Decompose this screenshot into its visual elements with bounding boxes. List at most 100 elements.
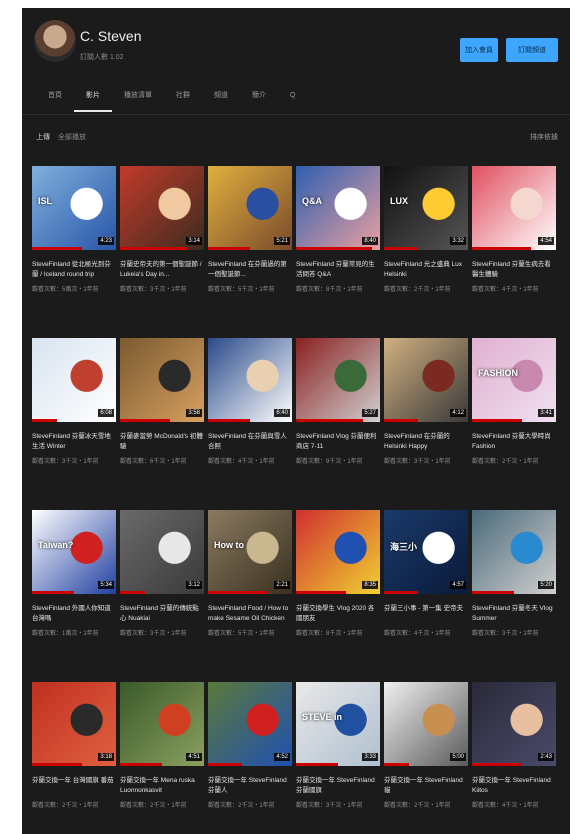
- video-meta: 觀看次數：2千次・1年前: [472, 459, 539, 465]
- video-thumbnail[interactable]: 8:35: [296, 510, 380, 594]
- watch-progress-bar: [296, 591, 347, 594]
- watch-progress-bar: [208, 247, 250, 250]
- video-title[interactable]: 芬蘭交換一年 SteveFinland 貓: [384, 776, 468, 796]
- channel-tabs: 首頁 影片 播放清單 社群 頻道 簡介 Q: [36, 90, 307, 112]
- tab-channels[interactable]: 頻道: [202, 90, 240, 110]
- video-title[interactable]: 芬蘭交換一年 台灣國旗 番茄: [32, 776, 116, 796]
- watch-progress-bar: [296, 247, 372, 250]
- video-title[interactable]: 芬蘭麥當勞 McDonald's 初體驗: [120, 432, 204, 452]
- video-card[interactable]: 4:12 SteveFinland 在芬蘭的 Helsinki Happy 觀看次數…: [384, 338, 468, 488]
- join-button[interactable]: 加入會員: [460, 38, 498, 62]
- video-card[interactable]: 4:51 芬蘭交換一年 Mena ruska Luonnonkasvit 觀看次數：…: [120, 682, 204, 832]
- video-title[interactable]: 芬蘭交換一年 Mena ruska Luonnonkasvit: [120, 776, 204, 796]
- video-card[interactable]: 3:18 芬蘭交換一年 台灣國旗 番茄 觀看次數：2千次・1年前: [32, 682, 116, 832]
- video-thumbnail[interactable]: 3:58: [120, 338, 204, 422]
- video-thumbnail[interactable]: 5:20: [472, 510, 556, 594]
- video-title[interactable]: 芬蘭交換一年 SteveFinland 芬蘭國旗: [296, 776, 380, 796]
- tab-videos[interactable]: 影片: [74, 90, 112, 112]
- video-thumbnail[interactable]: FASHION 3:41: [472, 338, 556, 422]
- uploads-label: 上傳: [36, 134, 50, 141]
- video-thumbnail[interactable]: 3:18: [32, 682, 116, 766]
- video-title[interactable]: SteveFinland 外國人你知道台灣嗎: [32, 604, 116, 624]
- video-title[interactable]: SteveFinland 芬蘭大學時尚 Fashion: [472, 432, 556, 452]
- channel-avatar[interactable]: [34, 20, 76, 62]
- video-title[interactable]: 芬蘭三小事 - 第一集 史帝夫: [384, 604, 468, 624]
- tab-about[interactable]: 簡介: [240, 90, 278, 110]
- duration-badge: 4:23: [98, 237, 114, 245]
- video-thumbnail[interactable]: 3:12: [120, 510, 204, 594]
- video-thumbnail[interactable]: 3:14: [120, 166, 204, 250]
- video-thumbnail[interactable]: 5:00: [384, 682, 468, 766]
- video-thumbnail[interactable]: 6:08: [32, 338, 116, 422]
- video-meta: 觀看次數：5千次・1年前: [208, 287, 275, 293]
- video-title[interactable]: SteveFinland 芬蘭常見的生活問答 Q&A: [296, 260, 380, 280]
- video-card[interactable]: 8:35 芬蘭交換學生 Vlog 2020 各國朋友 觀看次數：8千次・1年前: [296, 510, 380, 660]
- video-card[interactable]: 4:52 芬蘭交換一年 SteveFinland 芬蘭人 觀看次數：2千次・1年前: [208, 682, 292, 832]
- video-thumbnail[interactable]: LUX 3:32: [384, 166, 468, 250]
- video-title[interactable]: SteveFinland 在芬蘭過的第一個聖誕節...: [208, 260, 292, 280]
- video-meta: 觀看次數：3千次・1年前: [120, 287, 187, 293]
- video-title[interactable]: 芬蘭交換一年 SteveFinland 芬蘭人: [208, 776, 292, 796]
- video-thumbnail[interactable]: STEVE in 3:33: [296, 682, 380, 766]
- video-card[interactable]: 5:00 芬蘭交換一年 SteveFinland 貓觀看次數：2千次・1年前: [384, 682, 468, 832]
- video-title[interactable]: SteveFinland 從北極光到芬蘭 / Iceland round tri…: [32, 260, 116, 280]
- video-card[interactable]: 5:21 SteveFinland 在芬蘭過的第一個聖誕節... 觀看次數：5千次・…: [208, 166, 292, 316]
- tab-community[interactable]: 社群: [164, 90, 202, 110]
- video-card[interactable]: 5:20 SteveFinland 芬蘭冬天 Vlog Summer 觀看次數：3千…: [472, 510, 556, 660]
- tab-search[interactable]: Q: [278, 90, 307, 110]
- video-title[interactable]: 芬蘭交換一年 SteveFinland Kiitos: [472, 776, 556, 796]
- watch-progress-bar: [120, 591, 146, 594]
- duration-badge: 3:41: [538, 409, 554, 417]
- tab-playlists[interactable]: 播放清單: [112, 90, 164, 110]
- video-card[interactable]: 海三小 4:57 芬蘭三小事 - 第一集 史帝夫 觀看次數：4千次・1年前: [384, 510, 468, 660]
- video-thumbnail[interactable]: 海三小 4:57: [384, 510, 468, 594]
- video-thumbnail[interactable]: ISL 4:23: [32, 166, 116, 250]
- video-card[interactable]: STEVE in 3:33 芬蘭交換一年 SteveFinland 芬蘭國旗 觀看次數…: [296, 682, 380, 832]
- video-card[interactable]: Q&A 8:40 SteveFinland 芬蘭常見的生活問答 Q&A 觀看次數：8千…: [296, 166, 380, 316]
- video-title[interactable]: 芬蘭史帝夫的第一個聖誕節 / Lukeia's Day in...: [120, 260, 204, 280]
- video-card[interactable]: 3:58 芬蘭麥當勞 McDonald's 初體驗 觀看次數：6千次・1年前: [120, 338, 204, 488]
- channel-name[interactable]: C. Steven: [80, 28, 141, 44]
- tab-home[interactable]: 首頁: [36, 90, 74, 110]
- video-title[interactable]: SteveFinland 芬蘭冬天 Vlog Summer: [472, 604, 556, 624]
- video-card[interactable]: 2:43 芬蘭交換一年 SteveFinland Kiitos 觀看次數：4千次・1…: [472, 682, 556, 832]
- video-thumbnail[interactable]: 4:12: [384, 338, 468, 422]
- video-thumbnail[interactable]: 4:54: [472, 166, 556, 250]
- video-title[interactable]: 芬蘭交換學生 Vlog 2020 各國朋友: [296, 604, 380, 624]
- video-card[interactable]: ISL 4:23 SteveFinland 從北極光到芬蘭 / Iceland ro…: [32, 166, 116, 316]
- watch-progress-bar: [384, 419, 418, 422]
- video-thumbnail[interactable]: 4:52: [208, 682, 292, 766]
- video-thumbnail[interactable]: 5:27: [296, 338, 380, 422]
- video-title[interactable]: SteveFinland 光之盛典 Lux Helsinki: [384, 260, 468, 280]
- video-title[interactable]: SteveFinland 芬蘭的傳統點心 Nuakiai: [120, 604, 204, 624]
- video-title[interactable]: SteveFinland Food / How to make Sesame O…: [208, 604, 292, 624]
- video-card[interactable]: How to 2:21 SteveFinland Food / How to mak…: [208, 510, 292, 660]
- video-title[interactable]: SteveFinland 在芬蘭的 Helsinki Happy: [384, 432, 468, 452]
- video-thumbnail[interactable]: 5:21: [208, 166, 292, 250]
- video-title[interactable]: SteveFinland 芬蘭冰天雪地生活 Winter: [32, 432, 116, 452]
- video-thumbnail[interactable]: Taiwan? 5:34: [32, 510, 116, 594]
- video-title[interactable]: SteveFinland 在芬蘭與雪人合照: [208, 432, 292, 452]
- video-thumbnail[interactable]: How to 2:21: [208, 510, 292, 594]
- video-thumbnail[interactable]: 2:43: [472, 682, 556, 766]
- video-thumbnail[interactable]: 6:40: [208, 338, 292, 422]
- video-thumbnail[interactable]: Q&A 8:40: [296, 166, 380, 250]
- video-card[interactable]: 3:12 SteveFinland 芬蘭的傳統點心 Nuakiai 觀看次數：3千次…: [120, 510, 204, 660]
- video-card[interactable]: 4:54 SteveFinland 芬蘭生病去看醫生體驗觀看次數：4千次・1年前: [472, 166, 556, 316]
- video-card[interactable]: 6:40 SteveFinland 在芬蘭與雪人合照 觀看次數：4千次・1年前: [208, 338, 292, 488]
- watch-progress-bar: [32, 247, 83, 250]
- play-all-link[interactable]: 全部播放: [58, 132, 86, 142]
- video-card[interactable]: 5:27 SteveFinland Vlog 芬蘭便利商店 7-11 觀看次數：9千…: [296, 338, 380, 488]
- video-title[interactable]: SteveFinland Vlog 芬蘭便利商店 7-11: [296, 432, 380, 452]
- video-card[interactable]: Taiwan? 5:34 SteveFinland 外國人你知道台灣嗎 觀看次數：1萬…: [32, 510, 116, 660]
- subscribe-button[interactable]: 訂閱頻道: [506, 38, 558, 62]
- video-meta: 觀看次數：4千次・1年前: [472, 287, 539, 293]
- video-title[interactable]: SteveFinland 芬蘭生病去看醫生體驗: [472, 260, 556, 280]
- video-thumbnail[interactable]: 4:51: [120, 682, 204, 766]
- video-card[interactable]: 6:08 SteveFinland 芬蘭冰天雪地生活 Winter 觀看次數：3千次…: [32, 338, 116, 488]
- video-toolbar: 上傳 全部播放 排序依據: [36, 132, 558, 146]
- sort-by-button[interactable]: 排序依據: [530, 132, 558, 142]
- video-card[interactable]: 3:14 芬蘭史帝夫的第一個聖誕節 / Lukeia's Day in... 觀看次…: [120, 166, 204, 316]
- video-card[interactable]: LUX 3:32 SteveFinland 光之盛典 Lux Helsinki 觀看次…: [384, 166, 468, 316]
- video-card[interactable]: FASHION 3:41 SteveFinland 芬蘭大學時尚 Fashion 觀看…: [472, 338, 556, 488]
